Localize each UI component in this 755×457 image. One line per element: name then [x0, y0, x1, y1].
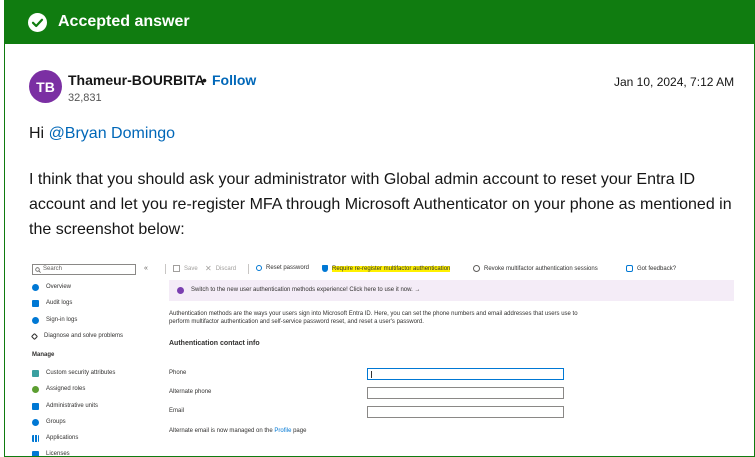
new-experience-text: Switch to the new user authentication me…: [191, 287, 421, 293]
nav-item-overview: Overview: [32, 282, 71, 292]
revoke-sessions-button: Revoke multifactor authentication sessio…: [473, 265, 598, 272]
phone-label: Phone: [169, 370, 187, 376]
nav-label: Applications: [46, 435, 79, 441]
search-input: Search: [32, 264, 136, 275]
nav-label: Sign-in logs: [46, 317, 78, 323]
email-label: Email: [169, 408, 185, 414]
auth-methods-description: Authentication methods are the ways your…: [169, 311, 578, 325]
user-icon: [32, 283, 39, 291]
nav-label: Overview: [46, 284, 72, 290]
user-mention[interactable]: @Bryan Domingo: [49, 125, 176, 142]
feedback-button: Got feedback?: [626, 265, 676, 272]
info-icon: [177, 287, 184, 294]
groups-icon: [32, 418, 39, 426]
nav-label: Administrative units: [46, 403, 99, 409]
nav-item-diagnose: Diagnose and solve problems: [30, 331, 124, 341]
alternate-email-note: Alternate email is now managed on the Pr…: [169, 428, 306, 434]
nav-item-groups: Groups: [32, 417, 66, 427]
require-reregister-label: Require re-register multifactor authenti…: [332, 265, 451, 272]
revoke-sessions-label: Revoke multifactor authentication sessio…: [484, 265, 598, 272]
sign-in-icon: [32, 316, 39, 324]
reset-password-button: Reset password: [256, 265, 309, 271]
nav-item-sign-in-logs: Sign-in logs: [32, 315, 77, 325]
reputation-score: 32,831: [68, 92, 102, 104]
nav-item-applications: Applications: [32, 433, 78, 443]
wrench-icon: [30, 332, 39, 340]
collapse-icon: «: [144, 265, 148, 272]
reset-password-label: Reset password: [266, 265, 310, 271]
greeting-text: Hi: [29, 125, 49, 142]
toolbar-divider: [165, 264, 166, 274]
license-icon: [32, 450, 39, 456]
save-icon: [173, 265, 180, 272]
save-button: Save: [173, 265, 198, 272]
accepted-answer-label: Accepted answer: [58, 13, 190, 30]
nav-label: Groups: [46, 419, 66, 425]
nav-item-audit-logs: Audit logs: [32, 298, 72, 308]
roles-icon: [32, 385, 39, 393]
alternate-phone-label: Alternate phone: [169, 389, 212, 395]
accepted-answer-banner: Accepted answer: [5, 0, 754, 44]
block-icon: [473, 265, 480, 272]
avatar[interactable]: TB: [29, 70, 62, 103]
nav-item-custom-security: Custom security attributes: [32, 368, 115, 378]
nav-item-assigned-roles: Assigned roles: [32, 384, 85, 394]
key-icon: [256, 265, 262, 271]
nav-item-licenses: Licenses: [32, 449, 70, 457]
log-icon: [32, 299, 39, 307]
alternate-email-suffix: page: [291, 428, 307, 434]
answer-card: Accepted answer TB Thameur-BOURBITA • Fo…: [4, 0, 755, 457]
greeting: Hi @Bryan Domingo: [29, 125, 175, 143]
search-icon: [35, 267, 41, 273]
follow-link[interactable]: Follow: [212, 72, 256, 88]
manage-heading: Manage: [32, 352, 55, 358]
toolbar-divider: [248, 264, 249, 274]
embedded-screenshot: Search « Overview Audit logs Sign-in log…: [29, 258, 736, 457]
close-icon: ✕: [205, 264, 212, 273]
admin-units-icon: [32, 402, 39, 410]
alternate-email-text: Alternate email is now managed on the: [169, 428, 275, 434]
author-name[interactable]: Thameur-BOURBITA: [68, 72, 205, 88]
save-label: Save: [184, 265, 198, 272]
search-placeholder: Search: [43, 266, 63, 272]
nav-item-admin-units: Administrative units: [32, 401, 98, 411]
checkmark-icon: [28, 13, 47, 32]
feedback-label: Got feedback?: [637, 265, 677, 272]
discard-label: Discard: [215, 265, 237, 272]
nav-label: Custom security attributes: [46, 370, 116, 376]
phone-field: [367, 368, 564, 380]
require-reregister-button: Require re-register multifactor authenti…: [322, 265, 451, 272]
nav-label: Audit logs: [46, 300, 73, 306]
attributes-icon: [32, 369, 39, 377]
grid-icon: [32, 434, 39, 442]
separator-dot: •: [202, 72, 207, 88]
profile-link: Profile: [274, 428, 292, 434]
nav-label: Diagnose and solve problems: [44, 333, 124, 339]
alternate-phone-field: [367, 387, 564, 399]
email-field: [367, 406, 564, 418]
post-date: Jan 10, 2024, 7:12 AM: [614, 75, 735, 89]
new-experience-banner: Switch to the new user authentication me…: [169, 280, 734, 301]
discard-button: ✕ Discard: [205, 264, 237, 273]
shield-icon: [322, 265, 328, 272]
feedback-icon: [626, 265, 633, 272]
answer-body: I think that you should ask your adminis…: [29, 171, 732, 238]
nav-label: Licenses: [46, 451, 70, 457]
section-title: Authentication contact info: [169, 340, 260, 347]
nav-label: Assigned roles: [46, 386, 86, 392]
